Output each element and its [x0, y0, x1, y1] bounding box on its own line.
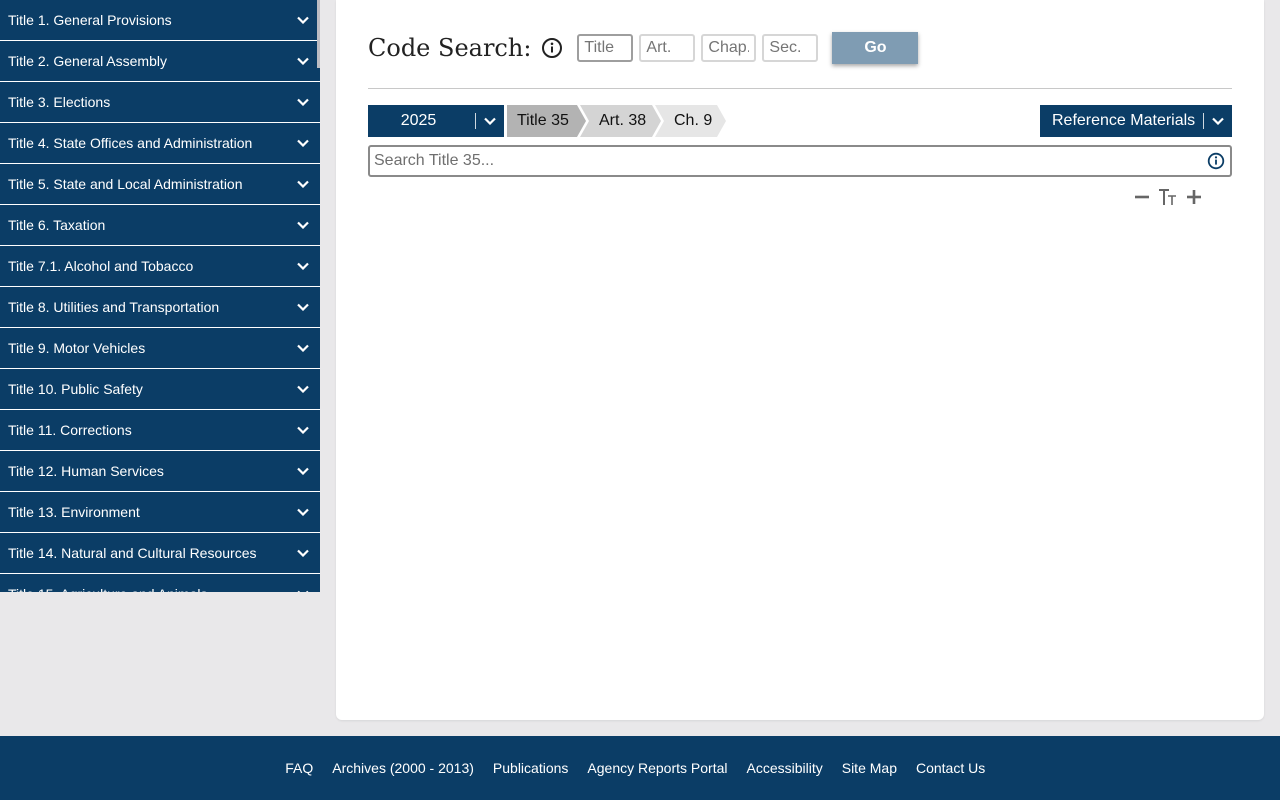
sidebar-item[interactable]: Title 6. Taxation — [0, 205, 320, 245]
year-value: 2025 — [400, 112, 437, 129]
footer-secondary-row — [290, 796, 990, 800]
sidebar-item-label: Title 13. Environment — [8, 504, 140, 520]
chevron-down-icon[interactable] — [296, 13, 310, 27]
sidebar-item[interactable]: Title 14. Natural and Cultural Resources — [0, 533, 320, 573]
chevron-down-icon — [476, 117, 504, 125]
sidebar-item-label: Title 1. General Provisions — [8, 12, 172, 28]
info-icon[interactable] — [1202, 152, 1230, 170]
code-search-label: Code Search: — [368, 34, 532, 62]
chevron-down-icon[interactable] — [296, 95, 310, 109]
breadcrumb-title[interactable]: Title 35 — [507, 105, 586, 137]
breadcrumb-chapter[interactable]: Ch. 9 — [655, 105, 726, 137]
chevron-down-icon — [1204, 117, 1232, 125]
sidebar-item[interactable]: Title 13. Environment — [0, 492, 320, 532]
title-search-input[interactable] — [370, 148, 1202, 174]
sidebar-item[interactable]: Title 1. General Provisions — [0, 0, 320, 40]
chapter-number-input[interactable] — [701, 34, 757, 62]
sidebar-item-label: Title 3. Elections — [8, 94, 111, 110]
sidebar-item-label: Title 11. Corrections — [8, 422, 132, 438]
sidebar-item-label: Title 5. State and Local Administration — [8, 176, 243, 192]
title-search-box — [368, 145, 1232, 177]
footer-link[interactable]: Agency Reports Portal — [587, 760, 727, 776]
chevron-down-icon[interactable] — [296, 587, 310, 592]
sidebar-item-label: Title 9. Motor Vehicles — [8, 340, 146, 356]
sidebar-item[interactable]: Title 10. Public Safety — [0, 369, 320, 409]
sidebar-item-label: Title 10. Public Safety — [8, 381, 143, 397]
select-separator — [475, 113, 476, 129]
sidebar-item[interactable]: Title 9. Motor Vehicles — [0, 328, 320, 368]
chevron-down-icon[interactable] — [296, 300, 310, 314]
divider — [368, 88, 1232, 89]
footer-link[interactable]: Archives (2000 - 2013) — [332, 760, 474, 776]
sidebar-item[interactable]: Title 15. Agriculture and Animals — [0, 574, 320, 592]
sidebar-item[interactable]: Title 7.1. Alcohol and Tobacco — [0, 246, 320, 286]
sidebar-item-label: Title 15. Agriculture and Animals — [8, 586, 207, 592]
sidebar-item[interactable]: Title 12. Human Services — [0, 451, 320, 491]
sidebar-item[interactable]: Title 8. Utilities and Transportation — [0, 287, 320, 327]
chevron-down-icon[interactable] — [296, 505, 310, 519]
chevron-down-icon[interactable] — [296, 464, 310, 478]
font-size-controls — [1131, 186, 1209, 208]
sidebar-item[interactable]: Title 4. State Offices and Administratio… — [0, 123, 320, 163]
article-number-input[interactable] — [639, 34, 696, 62]
breadcrumb-article[interactable]: Art. 38 — [580, 105, 661, 137]
title-number-input[interactable] — [577, 34, 634, 62]
footer-link[interactable]: Accessibility — [746, 760, 822, 776]
footer-link[interactable]: FAQ — [285, 760, 313, 776]
sidebar-scrollbar[interactable] — [317, 0, 320, 68]
reference-materials-select[interactable]: Reference Materials — [1040, 105, 1232, 137]
footer-links: FAQ Archives (2000 - 2013) Publications Age… — [0, 760, 1280, 776]
chevron-down-icon[interactable] — [296, 136, 310, 150]
sidebar-item[interactable]: Title 11. Corrections — [0, 410, 320, 450]
sidebar-item-label: Title 14. Natural and Cultural Resources — [8, 545, 257, 561]
chevron-down-icon[interactable] — [296, 54, 310, 68]
main-panel: Code Search: Go 2025 Title 35 Art. 38 Ch… — [336, 0, 1264, 720]
plus-icon[interactable] — [1183, 186, 1205, 208]
site-footer: FAQ Archives (2000 - 2013) Publications Age… — [0, 736, 1280, 800]
sidebar-item[interactable]: Title 5. State and Local Administration — [0, 164, 320, 204]
chevron-down-icon[interactable] — [296, 546, 310, 560]
go-button[interactable]: Go — [832, 32, 919, 64]
breadcrumb: Title 35 Art. 38 Ch. 9 — [507, 105, 720, 137]
chevron-down-icon[interactable] — [296, 177, 310, 191]
chevron-down-icon[interactable] — [296, 341, 310, 355]
chevron-down-icon[interactable] — [296, 218, 310, 232]
reference-materials-label: Reference Materials — [1052, 112, 1196, 129]
footer-link[interactable]: Contact Us — [916, 760, 985, 776]
minus-icon[interactable] — [1131, 186, 1153, 208]
year-select[interactable]: 2025 — [368, 105, 504, 137]
sidebar-item-label: Title 12. Human Services — [8, 463, 164, 479]
text-size-icon[interactable] — [1157, 186, 1179, 208]
sidebar-item[interactable]: Title 2. General Assembly — [0, 41, 320, 81]
sidebar-item-label: Title 6. Taxation — [8, 217, 106, 233]
titles-list: Title 1. General Provisions Title 2. Gene… — [0, 0, 320, 592]
chevron-down-icon[interactable] — [296, 382, 310, 396]
footer-link[interactable]: Publications — [493, 760, 569, 776]
select-separator — [1203, 113, 1204, 129]
sidebar-item-label: Title 7.1. Alcohol and Tobacco — [8, 258, 194, 274]
chevron-down-icon[interactable] — [296, 423, 310, 437]
chevron-down-icon[interactable] — [296, 259, 310, 273]
info-icon[interactable] — [541, 37, 563, 59]
sidebar-item-label: Title 2. General Assembly — [8, 53, 167, 69]
titles-sidebar: Title 1. General Provisions Title 2. Gene… — [0, 0, 320, 592]
sidebar-item-label: Title 8. Utilities and Transportation — [8, 299, 220, 315]
sidebar-item-label: Title 4. State Offices and Administratio… — [8, 135, 253, 151]
section-number-input[interactable] — [762, 34, 819, 62]
footer-link[interactable]: Site Map — [842, 760, 897, 776]
code-search-bar: Code Search: Go — [368, 30, 919, 66]
sidebar-item[interactable]: Title 3. Elections — [0, 82, 320, 122]
